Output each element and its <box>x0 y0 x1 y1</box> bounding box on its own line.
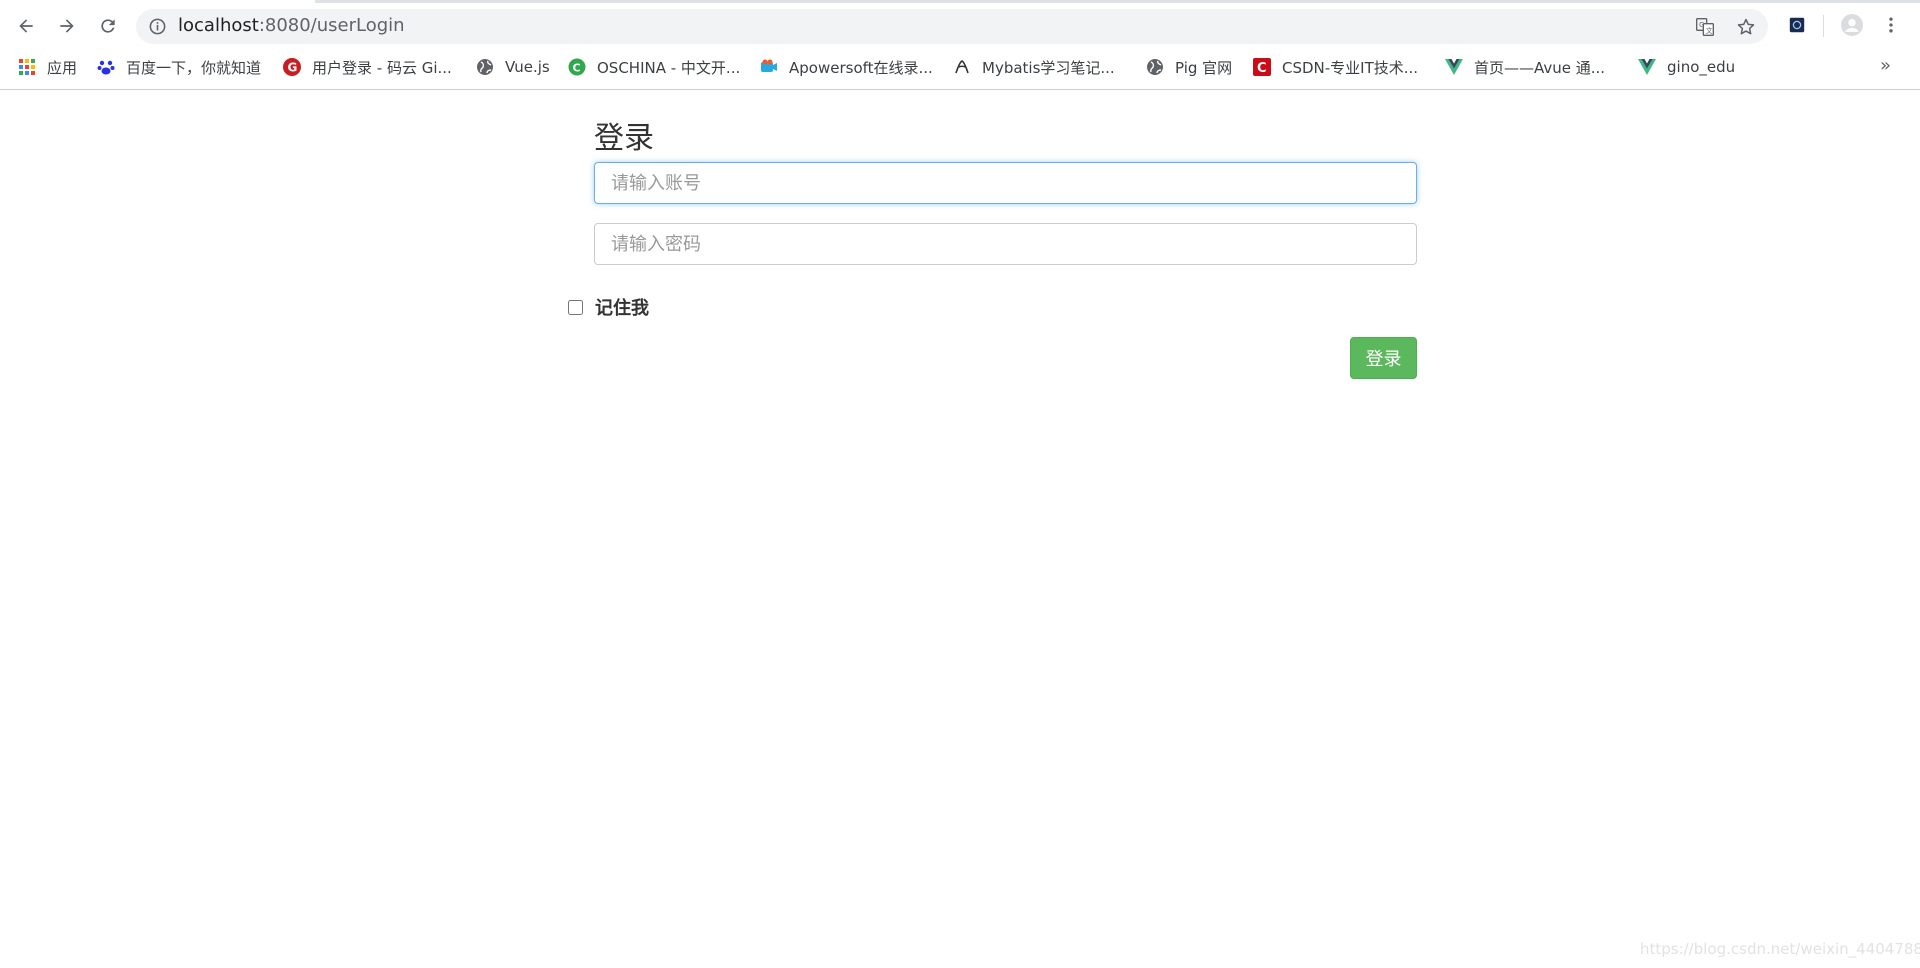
vue-logo-icon <box>1638 58 1656 76</box>
browser-chrome: localhost:8080/userLogin G 文 应用 百度一下，你就知… <box>0 0 1920 90</box>
toolbar-divider <box>1823 15 1824 37</box>
bookmark-label: CSDN-专业IT技术... <box>1282 58 1419 77</box>
remember-me-checkbox[interactable] <box>568 299 583 315</box>
bookmark-label: Pig 官网 <box>1175 58 1233 77</box>
svg-text:C: C <box>573 62 581 75</box>
bookmark-label: 应用 <box>47 58 78 77</box>
bookmark-label: OSCHINA - 中文开... <box>597 58 741 77</box>
vue-logo-icon <box>1445 58 1463 76</box>
translate-icon[interactable]: G 文 <box>1694 16 1716 38</box>
back-arrow-icon <box>19 19 33 33</box>
oschina-icon: C <box>568 58 586 76</box>
bookmark-oschina[interactable]: C OSCHINA - 中文开... <box>568 53 740 81</box>
bookmark-gitee[interactable]: G 用户登录 - 码云 Gi... <box>283 53 452 81</box>
bookmarks-overflow-chevron-icon[interactable]: » <box>1880 55 1891 76</box>
bookmark-label: Mybatis学习笔记... <box>982 58 1115 77</box>
bookmark-pig[interactable]: Pig 官网 <box>1146 53 1232 81</box>
url-text[interactable]: localhost:8080/userLogin <box>178 16 405 36</box>
url-host: localhost <box>178 15 259 36</box>
bookmark-apowersoft[interactable]: Apowersoft在线录... <box>760 53 933 81</box>
globe-icon <box>476 58 494 76</box>
bookmark-apps[interactable]: 应用 <box>18 53 77 81</box>
bookmark-label: 用户登录 - 码云 Gi... <box>312 58 452 77</box>
url-path: :8080/userLogin <box>258 15 405 36</box>
active-tab[interactable] <box>0 0 315 3</box>
bookmark-baidu[interactable]: 百度一下，你就知道 <box>97 53 261 81</box>
apowersoft-icon <box>760 58 778 76</box>
bookmark-csdn[interactable]: C CSDN-专业IT技术... <box>1253 53 1418 81</box>
bookmark-vuejs[interactable]: Vue.js <box>476 53 550 81</box>
login-submit-button[interactable]: 登录 <box>1350 337 1417 379</box>
remember-me-group: 记住我 <box>568 294 649 320</box>
bookmark-avue[interactable]: 首页——Avue 通... <box>1445 53 1605 81</box>
profile-avatar-icon[interactable] <box>1841 14 1863 36</box>
login-page: 登录 记住我 登录 <box>0 91 1920 968</box>
svg-text:C: C <box>1257 61 1267 76</box>
account-input[interactable] <box>594 162 1417 204</box>
back-button[interactable] <box>10 10 42 42</box>
page-title: 登录 <box>594 121 654 156</box>
password-input[interactable] <box>594 223 1417 265</box>
bookmark-label: gino_edu <box>1667 58 1736 76</box>
bookmark-star-icon[interactable] <box>1735 16 1757 38</box>
apps-grid-icon <box>18 58 36 76</box>
svg-text:G: G <box>1699 21 1704 29</box>
bookmark-label: 首页——Avue 通... <box>1474 58 1606 77</box>
reload-button[interactable] <box>92 10 124 42</box>
bookmark-label: 百度一下，你就知道 <box>126 58 262 77</box>
mybatis-icon <box>953 58 971 76</box>
address-bar[interactable]: localhost:8080/userLogin G 文 <box>136 9 1768 44</box>
forward-arrow-icon <box>60 19 74 33</box>
svg-text:文: 文 <box>1706 26 1713 35</box>
watermark: https://blog.csdn.net/weixin_44047886 <box>1640 940 1920 958</box>
reload-icon <box>101 19 115 33</box>
forward-button[interactable] <box>51 10 83 42</box>
baidu-paw-icon <box>97 58 115 76</box>
info-icon[interactable] <box>148 17 167 36</box>
remember-me-label[interactable]: 记住我 <box>595 294 649 320</box>
bookmark-label: Apowersoft在线录... <box>789 58 933 77</box>
bookmarks-bar: 应用 百度一下，你就知道 G 用户登录 - 码云 Gi... Vue.js C … <box>0 53 1920 83</box>
extension-icon[interactable] <box>1786 14 1808 36</box>
bookmark-mybatis[interactable]: Mybatis学习笔记... <box>953 53 1115 81</box>
bookmark-gino-edu[interactable]: gino_edu <box>1638 53 1735 81</box>
csdn-icon: C <box>1253 58 1271 76</box>
svg-text:G: G <box>288 61 298 75</box>
tab-strip <box>0 0 1920 3</box>
bookmark-label: Vue.js <box>505 58 550 76</box>
gitee-icon: G <box>283 58 301 76</box>
globe-icon <box>1146 58 1164 76</box>
menu-kebab-icon[interactable] <box>1880 14 1902 36</box>
